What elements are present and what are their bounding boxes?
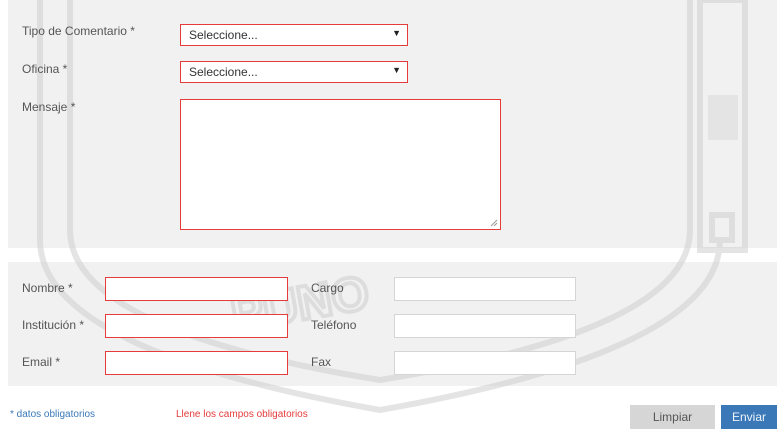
comment-type-label: Tipo de Comentario * [22, 24, 135, 38]
fax-input[interactable] [394, 351, 576, 375]
resize-grip-icon[interactable] [490, 219, 498, 227]
required-fields-note: * datos obligatorios [10, 409, 96, 420]
comment-type-value: Seleccione... [189, 28, 258, 42]
chevron-down-icon: ▼ [392, 65, 401, 75]
chevron-down-icon: ▼ [392, 28, 401, 38]
fax-label: Fax [311, 355, 332, 369]
position-label: Cargo [311, 281, 344, 295]
comment-type-select[interactable]: Seleccione... ▼ [180, 24, 408, 46]
email-input[interactable] [105, 351, 288, 375]
institution-label: Institución * [22, 318, 85, 332]
name-label: Nombre * [22, 281, 73, 295]
message-label: Mensaje * [22, 100, 76, 114]
office-label: Oficina * [22, 62, 68, 76]
submit-button[interactable]: Enviar [721, 405, 777, 429]
name-input[interactable] [105, 277, 288, 301]
message-textarea[interactable] [180, 99, 501, 230]
office-value: Seleccione... [189, 65, 258, 79]
position-input[interactable] [394, 277, 576, 301]
phone-label: Teléfono [311, 318, 357, 332]
validation-error-message: Llene los campos obligatorios [176, 409, 308, 420]
institution-input[interactable] [105, 314, 288, 338]
phone-input[interactable] [394, 314, 576, 338]
clear-button[interactable]: Limpiar [630, 405, 715, 429]
email-label: Email * [22, 355, 61, 369]
office-select[interactable]: Seleccione... ▼ [180, 61, 408, 83]
